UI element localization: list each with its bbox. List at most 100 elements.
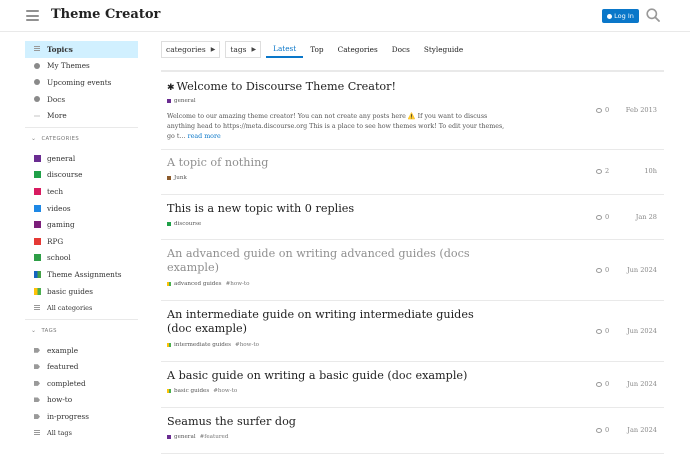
sidebar-category-school[interactable]: school bbox=[25, 250, 138, 267]
link-icon bbox=[34, 96, 40, 103]
list-icon bbox=[34, 430, 40, 437]
topic-row: This is a new topic with 0 replies disco… bbox=[161, 195, 664, 240]
topic-meta: discourse bbox=[167, 221, 201, 227]
activity-date[interactable]: Jan 28 bbox=[636, 213, 657, 221]
activity-date[interactable]: Feb 2013 bbox=[626, 106, 657, 114]
category-color-swatch bbox=[167, 99, 171, 103]
category-color-swatch bbox=[34, 254, 41, 262]
reply-count[interactable]: 0 bbox=[596, 426, 609, 434]
sidebar-category-videos[interactable]: videos bbox=[25, 200, 138, 217]
category-badge[interactable]: Junk bbox=[174, 175, 187, 181]
activity-date[interactable]: Jun 2024 bbox=[627, 266, 657, 274]
caret-right-icon: ▶ bbox=[210, 46, 216, 53]
comment-icon bbox=[596, 168, 602, 174]
sidebar-tag-how-to[interactable]: how-to bbox=[25, 392, 138, 409]
sidebar-item-upcoming-events[interactable]: Upcoming events bbox=[25, 74, 138, 91]
activity-date[interactable]: Jun 2024 bbox=[627, 380, 657, 388]
palette-icon bbox=[34, 62, 40, 69]
reply-count[interactable]: 0 bbox=[596, 327, 609, 335]
search-icon[interactable] bbox=[646, 8, 660, 22]
reply-count[interactable]: 0 bbox=[596, 106, 609, 114]
topic-excerpt: Welcome to our amazing theme creator! Yo… bbox=[167, 113, 505, 140]
category-color-swatch bbox=[34, 187, 41, 195]
topic-title-link[interactable]: ✱ Welcome to Discourse Theme Creator! bbox=[167, 80, 497, 95]
comment-icon bbox=[596, 427, 602, 433]
topic-meta: general #featured bbox=[167, 434, 228, 440]
category-badge[interactable]: intermediate guides bbox=[174, 342, 231, 348]
sidebar-item-docs[interactable]: Docs bbox=[25, 91, 138, 108]
category-color-swatch bbox=[167, 176, 171, 180]
topics-icon bbox=[34, 46, 40, 53]
tab-styleguide[interactable]: Styleguide bbox=[417, 41, 470, 58]
tags-dropdown[interactable]: tags ▶ bbox=[225, 41, 262, 58]
sidebar-tag-in-progress[interactable]: in-progress bbox=[25, 408, 138, 425]
topic-tag[interactable]: #featured bbox=[200, 434, 229, 440]
topic-tag[interactable]: #how-to bbox=[235, 342, 259, 348]
sidebar-all-tags[interactable]: All tags bbox=[25, 425, 138, 442]
category-badge[interactable]: general bbox=[174, 434, 196, 440]
sidebar-tag-completed[interactable]: completed bbox=[25, 375, 138, 392]
sidebar-item-my-themes[interactable]: My Themes bbox=[25, 58, 138, 75]
sidebar-category-basic-guides[interactable]: basic guides bbox=[25, 283, 138, 300]
tag-icon bbox=[34, 414, 40, 420]
sidebar-tag-example[interactable]: example bbox=[25, 342, 138, 359]
category-color-swatch bbox=[34, 287, 41, 295]
sidebar-category-tech[interactable]: tech bbox=[25, 183, 138, 200]
topic-row: An intermediate guide on writing interme… bbox=[161, 301, 664, 362]
activity-date[interactable]: 10h bbox=[644, 167, 657, 175]
topic-title-link[interactable]: A topic of nothing bbox=[167, 156, 497, 170]
tag-icon bbox=[34, 380, 40, 386]
sidebar-category-discourse[interactable]: discourse bbox=[25, 167, 138, 184]
user-icon bbox=[607, 13, 613, 19]
tab-latest[interactable]: Latest bbox=[266, 41, 304, 58]
sidebar-tag-featured[interactable]: featured bbox=[25, 359, 138, 376]
reply-count[interactable]: 0 bbox=[596, 380, 609, 388]
categories-dropdown[interactable]: categories ▶ bbox=[161, 41, 221, 58]
topic-title-link[interactable]: An intermediate guide on writing interme… bbox=[167, 308, 497, 336]
tag-icon bbox=[34, 397, 40, 403]
category-color-swatch bbox=[34, 221, 41, 229]
topic-tag[interactable]: #how-to bbox=[213, 388, 237, 394]
topic-title-link[interactable]: A basic guide on writing a basic guide (… bbox=[167, 369, 497, 383]
category-color-swatch bbox=[34, 270, 41, 278]
tag-icon bbox=[34, 364, 40, 370]
sidebar-item-more[interactable]: More bbox=[25, 107, 138, 124]
topic-title-link[interactable]: This is a new topic with 0 replies bbox=[167, 202, 497, 216]
read-more-link[interactable]: read more bbox=[188, 133, 221, 140]
sidebar-category-rpg[interactable]: RPG bbox=[25, 233, 138, 250]
comment-icon bbox=[596, 381, 602, 387]
activity-date[interactable]: Jun 2024 bbox=[627, 327, 657, 335]
activity-date[interactable]: Jan 2024 bbox=[627, 426, 657, 434]
tab-categories[interactable]: Categories bbox=[331, 41, 385, 58]
sidebar-category-theme-assignments[interactable]: Theme Assignments bbox=[25, 266, 138, 283]
category-color-swatch bbox=[34, 237, 41, 245]
caret-right-icon: ▶ bbox=[251, 46, 257, 53]
topic-title-link[interactable]: An advanced guide on writing advanced gu… bbox=[167, 247, 497, 275]
categories-section-header[interactable]: ⌄ CATEGORIES bbox=[25, 128, 138, 150]
tags-section-header[interactable]: ⌄ TAGS bbox=[25, 320, 138, 342]
sidebar-item-topics[interactable]: Topics bbox=[25, 41, 138, 58]
tag-icon bbox=[34, 347, 40, 353]
sidebar-all-categories[interactable]: All categories bbox=[25, 299, 138, 316]
category-badge[interactable]: advanced guides bbox=[174, 281, 222, 287]
topic-tag[interactable]: #how-to bbox=[226, 281, 250, 287]
category-color-swatch bbox=[167, 282, 171, 286]
comment-icon bbox=[596, 328, 602, 334]
tab-top[interactable]: Top bbox=[303, 41, 330, 58]
sidebar-category-gaming[interactable]: gaming bbox=[25, 216, 138, 233]
topic-meta: Junk bbox=[167, 175, 187, 181]
category-badge[interactable]: basic guides bbox=[174, 388, 209, 394]
chevron-down-icon: ⌄ bbox=[31, 327, 37, 335]
site-title[interactable]: Theme Creator bbox=[51, 7, 160, 22]
sidebar-category-general[interactable]: general bbox=[25, 150, 138, 167]
tab-docs[interactable]: Docs bbox=[385, 41, 417, 58]
category-badge[interactable]: discourse bbox=[174, 221, 201, 227]
topic-row: An advanced guide on writing advanced gu… bbox=[161, 240, 664, 301]
category-badge[interactable]: general bbox=[174, 98, 196, 104]
hamburger-menu-icon[interactable] bbox=[26, 10, 39, 21]
reply-count[interactable]: 2 bbox=[596, 167, 609, 175]
login-button[interactable]: Log In bbox=[602, 9, 639, 23]
reply-count[interactable]: 0 bbox=[596, 213, 609, 221]
topic-title-link[interactable]: Seamus the surfer dog bbox=[167, 415, 497, 429]
reply-count[interactable]: 0 bbox=[596, 266, 609, 274]
